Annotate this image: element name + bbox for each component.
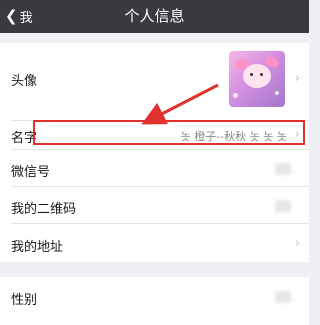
navbar: ❮ 我 个人信息: [0, 0, 309, 33]
qr-code-label: 我的二维码: [11, 202, 77, 217]
chevron-right-icon: ›: [294, 236, 300, 251]
gender-row[interactable]: 性别: [0, 277, 309, 317]
gender-label: 性别: [11, 293, 38, 308]
avatar: [229, 51, 285, 107]
wechat-id-value-blurred: [275, 163, 291, 175]
avatar-label: 头像: [11, 74, 38, 89]
wechat-id-row[interactable]: 微信号: [0, 150, 309, 186]
qr-code-icon-blurred: [275, 200, 291, 212]
wechat-id-label: 微信号: [11, 165, 51, 180]
chevron-right-icon: ›: [294, 71, 300, 86]
personal-details-group: 性别: [0, 277, 309, 325]
name-row-highlight-box: [33, 120, 305, 145]
qr-code-row[interactable]: 我的二维码: [0, 187, 309, 223]
page-title: 个人信息: [124, 7, 185, 25]
address-row[interactable]: 我的地址 ›: [0, 224, 309, 262]
gender-value-blurred: [275, 291, 291, 303]
address-label: 我的地址: [11, 240, 64, 255]
profile-info-group: 头像 › 名字 놋 橙子--秋秋 놋 놋 놋 › 微信号 我的二维码 我的地址 …: [0, 43, 309, 262]
avatar-row[interactable]: 头像 ›: [0, 43, 309, 115]
